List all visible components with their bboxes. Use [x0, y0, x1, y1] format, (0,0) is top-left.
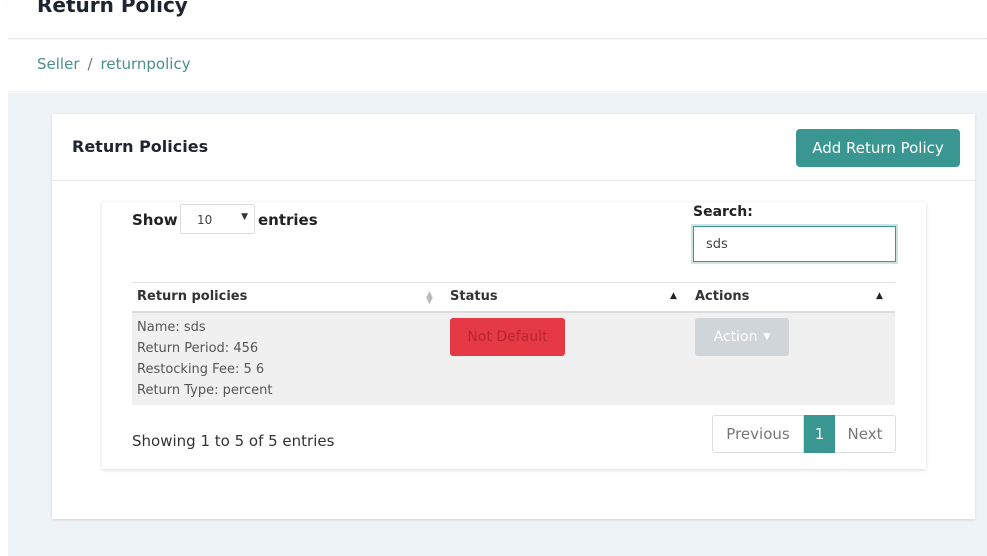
card-title: Return Policies: [72, 137, 209, 156]
sort-asc-icon[interactable]: ▲: [670, 291, 677, 301]
sort-both-icon[interactable]: ▲ ▼: [426, 291, 433, 306]
chevron-down-icon: ▼: [241, 212, 248, 222]
column-header-actions[interactable]: Actions: [695, 289, 749, 304]
breadcrumb-separator: /: [87, 55, 93, 73]
column-header-status[interactable]: Status: [450, 289, 498, 304]
search-input[interactable]: [691, 224, 898, 264]
previous-page-button[interactable]: Previous: [712, 415, 804, 453]
breadcrumb-current: returnpolicy: [100, 55, 191, 73]
pagination: Previous 1 Next: [712, 415, 896, 453]
table-info: Showing 1 to 5 of 5 entries: [132, 432, 335, 450]
breadcrumb-link-seller[interactable]: Seller: [37, 55, 79, 73]
policy-return-type: Return Type: percent: [137, 383, 273, 398]
action-dropdown-button[interactable]: Action ▼: [695, 318, 789, 356]
caret-down-icon: ▼: [763, 332, 771, 342]
next-page-button[interactable]: Next: [835, 415, 896, 453]
card-header: Return Policies Add Return Policy: [52, 114, 975, 181]
show-label: Show: [132, 211, 178, 229]
table-header-row: Return policies ▲ ▼ Status ▲ Actions ▲: [132, 282, 895, 313]
status-not-default-button[interactable]: Not Default: [450, 318, 565, 356]
entries-length-select[interactable]: 10 ▼: [180, 204, 255, 234]
table-row: Name: sds Return Period: 456 Restocking …: [132, 313, 895, 405]
entries-length-value: 10: [197, 213, 213, 227]
datatable-container: Show 10 ▼ entries Search: Return policie…: [102, 202, 926, 469]
page-header: Return Policy: [8, 0, 987, 39]
breadcrumb-bar: Seller / returnpolicy: [8, 40, 987, 92]
action-label: Action: [713, 329, 758, 345]
add-return-policy-button[interactable]: Add Return Policy: [796, 129, 960, 167]
breadcrumb: Seller / returnpolicy: [37, 55, 191, 73]
policy-restocking-fee: Restocking Fee: 5 6: [137, 362, 265, 377]
policy-name: Name: sds: [137, 320, 206, 335]
policy-return-period: Return Period: 456: [137, 341, 259, 356]
page-title: Return Policy: [37, 0, 188, 17]
page-1-button[interactable]: 1: [804, 415, 835, 453]
sort-asc-icon[interactable]: ▲: [876, 291, 883, 301]
column-header-return-policies[interactable]: Return policies: [137, 289, 247, 304]
return-policies-card: Return Policies Add Return Policy Show 1…: [52, 114, 975, 519]
search-label: Search:: [693, 204, 753, 220]
entries-label: entries: [258, 211, 318, 229]
